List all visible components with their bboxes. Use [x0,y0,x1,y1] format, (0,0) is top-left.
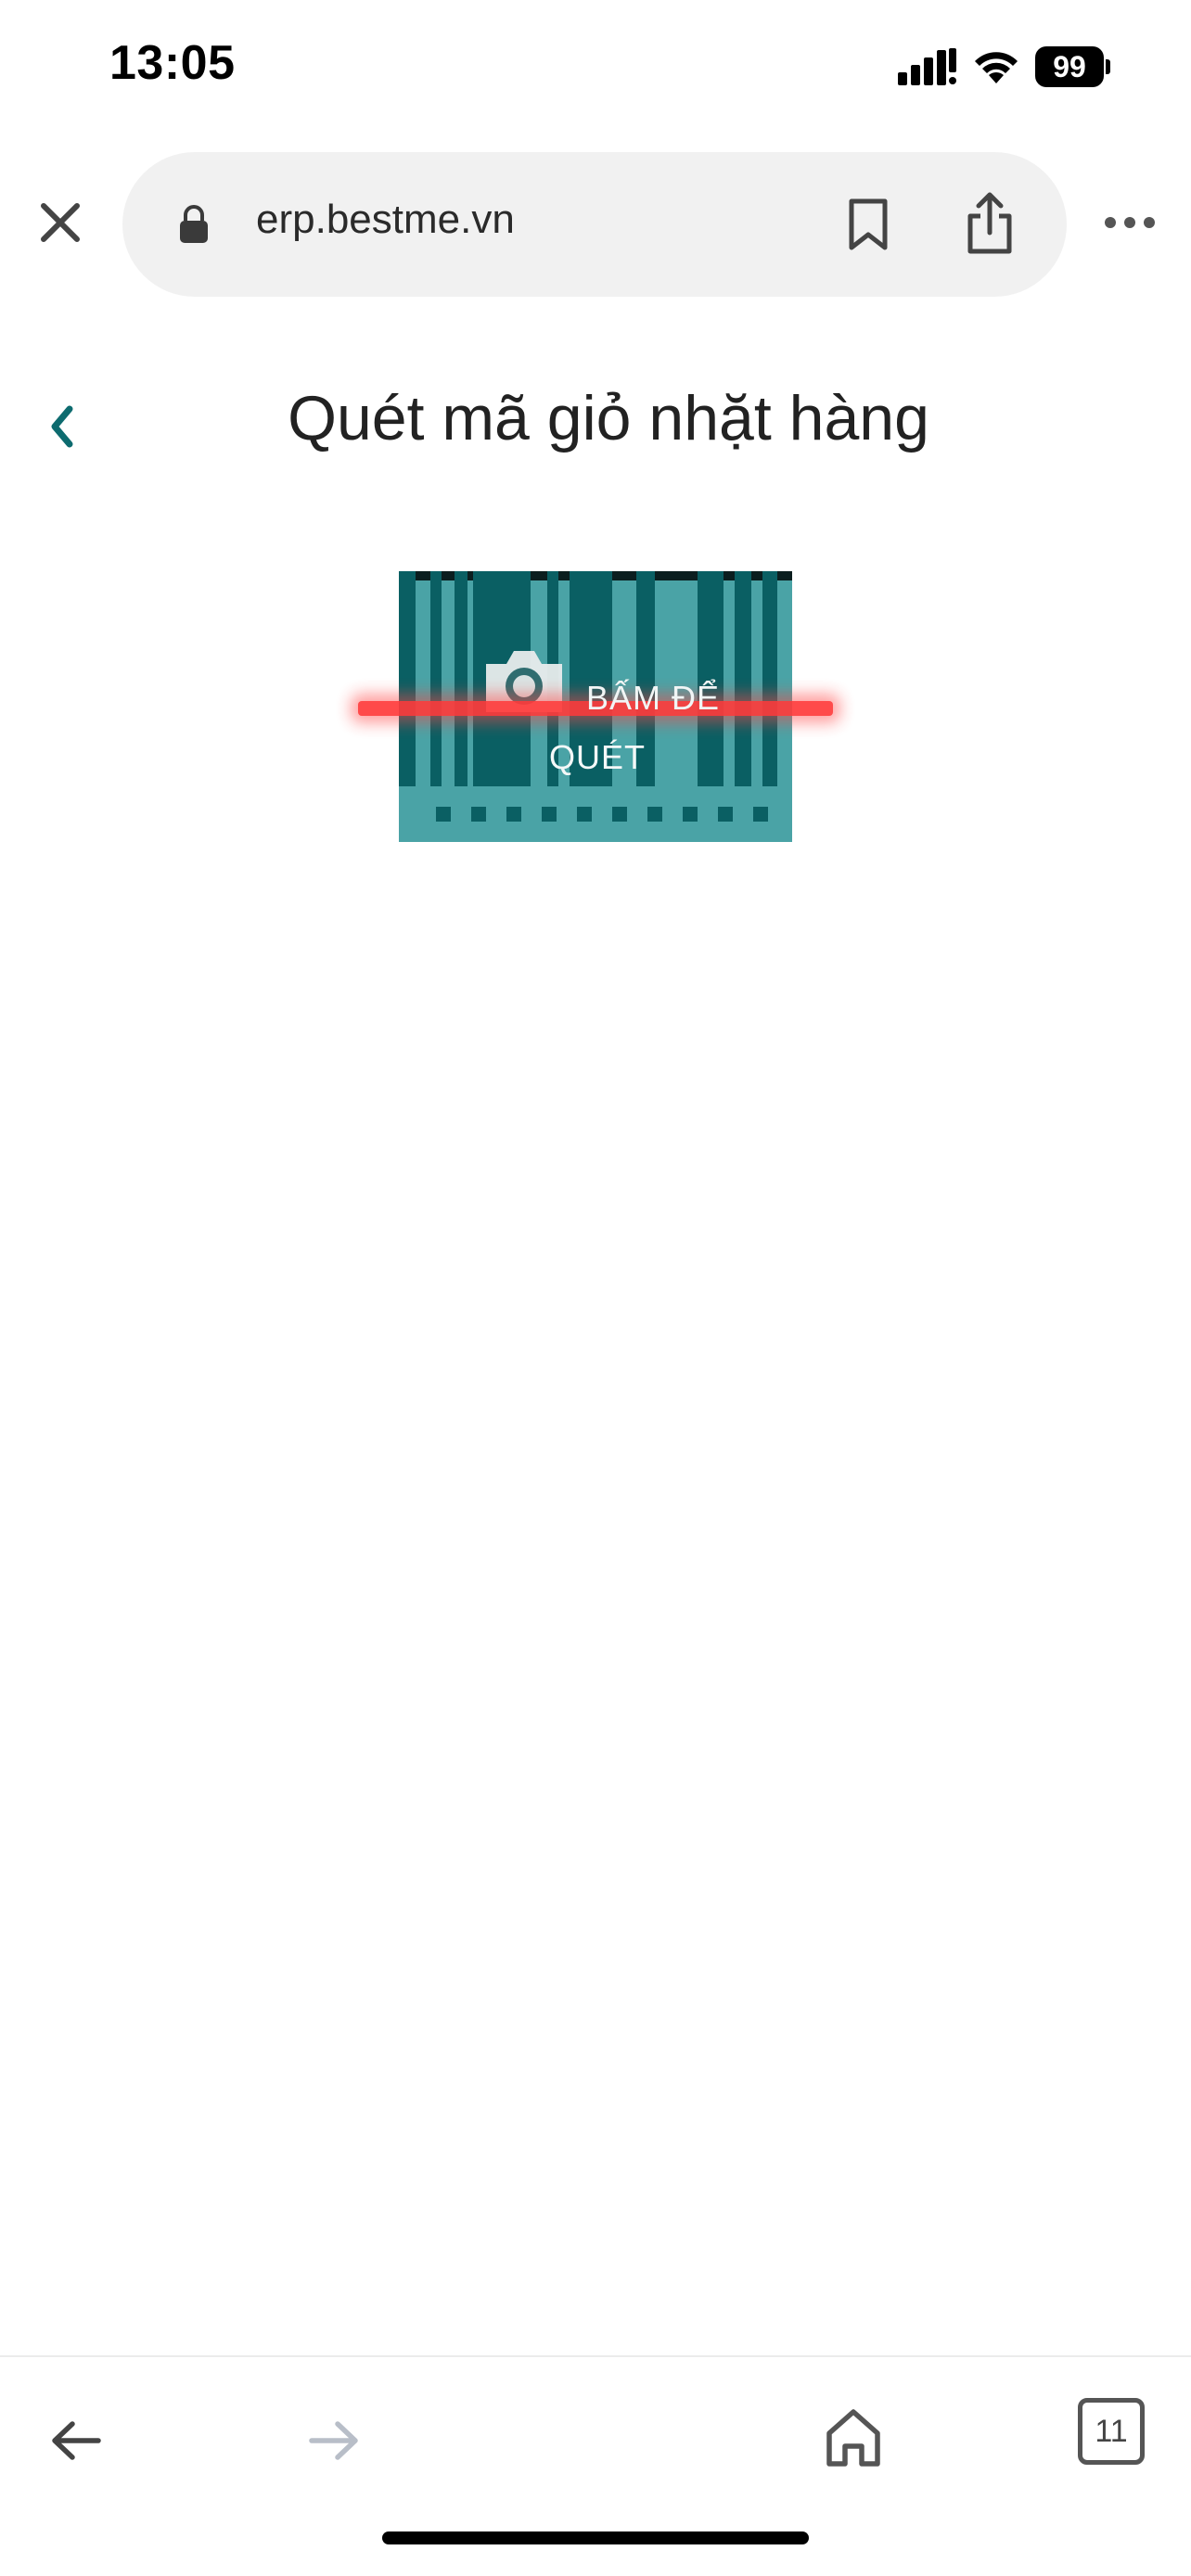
status-bar: 13:05 99 [0,0,1191,139]
home-icon [826,2409,880,2467]
address-bar[interactable]: erp.bestme.vn [122,152,1067,297]
scan-label: BẤM ĐỂ [586,679,721,717]
status-time: 13:05 [109,36,236,90]
scan-button[interactable]: BẤM ĐỂ QUÉT [358,571,833,842]
close-icon [41,203,80,242]
close-button[interactable] [28,190,93,255]
tab-count: 11 [1095,2413,1128,2449]
url-text: erp.bestme.vn [256,197,515,242]
forward-nav-button[interactable] [297,2404,371,2478]
battery-icon: 99 [1035,46,1110,87]
more-options-button[interactable] [1093,206,1167,239]
home-indicator [382,2531,809,2544]
back-arrow-icon [52,2421,101,2460]
forward-arrow-icon [309,2421,358,2460]
back-nav-button[interactable] [39,2404,113,2478]
battery-cap [1106,59,1110,74]
tabs-button[interactable]: 11 [1078,2398,1145,2465]
more-icon [1105,217,1155,228]
share-icon [967,192,1012,254]
share-button[interactable] [955,187,1024,260]
page-title: Quét mã giỏ nhặt hàng [288,383,929,453]
wifi-icon [975,52,1018,83]
signal-icon [898,48,956,85]
bookmark-button[interactable] [837,193,900,256]
lock-icon [180,205,208,243]
scan-label: QUÉT [549,738,647,776]
home-button[interactable] [814,2396,892,2480]
battery-level: 99 [1035,46,1104,87]
bookmark-icon [849,198,888,250]
